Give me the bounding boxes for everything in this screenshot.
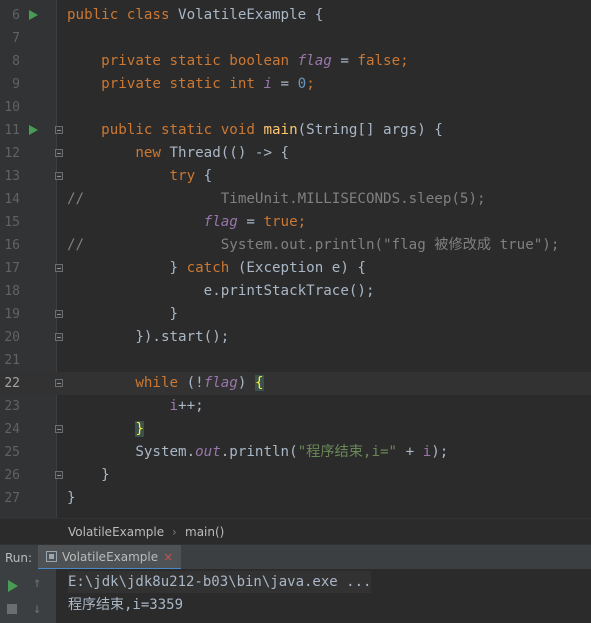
line-number: 22 [4, 376, 20, 391]
close-tab-icon[interactable]: × [163, 550, 173, 564]
console-toolbar: ↑ ↓ [0, 569, 56, 623]
line-number: 25 [4, 445, 20, 460]
line-number: 6 [12, 8, 20, 23]
line-number: 24 [4, 422, 20, 437]
code-text: new Thread(() -> { [67, 145, 290, 161]
code-line: 14 // TimeUnit.MILLISECONDS.sleep(5); [0, 188, 591, 211]
line-number: 10 [4, 100, 20, 115]
code-line: 26 } [0, 464, 591, 487]
code-line: 16 // System.out.println("flag 被修改成 true… [0, 234, 591, 257]
fold-toggle-icon[interactable] [55, 149, 63, 157]
line-number: 13 [4, 169, 20, 184]
breadcrumb: VolatileExample › main() [0, 518, 591, 545]
code-text: } catch (Exception e) { [67, 260, 366, 276]
code-text: i++; [169, 398, 204, 414]
code-text: } [67, 306, 179, 322]
code-line: 23 i++; [0, 395, 591, 418]
fold-toggle-icon[interactable] [55, 425, 63, 433]
console-output-line: 程序结束,i=3359 [68, 597, 184, 613]
fold-toggle-icon[interactable] [55, 310, 63, 318]
code-text: public class VolatileExample { [67, 7, 324, 23]
fold-toggle-icon[interactable] [55, 333, 63, 341]
code-line: 12 new Thread(() -> { [0, 142, 591, 165]
line-number: 15 [4, 215, 20, 230]
fold-toggle-icon[interactable] [55, 471, 63, 479]
code-line-current: 22 while (!flag) { [0, 372, 591, 395]
code-text: } [67, 467, 110, 483]
code-line: 19 } [0, 303, 591, 326]
scroll-up-icon[interactable]: ↑ [33, 575, 41, 591]
console-command-line: E:\jdk\jdk8u212-b03\bin\java.exe ... [68, 571, 372, 593]
line-number: 16 [4, 238, 20, 253]
code-line: 10 [0, 96, 591, 119]
rerun-icon[interactable] [8, 580, 18, 592]
code-line: 21 [0, 349, 591, 372]
run-tab-label: VolatileExample [62, 549, 159, 564]
code-line: 7 [0, 27, 591, 50]
code-text: flag = true; [203, 214, 307, 230]
code-text: private static int i = 0; [67, 76, 315, 92]
line-number: 11 [4, 123, 20, 138]
run-label: Run: [5, 551, 33, 565]
code-text: }).start(); [67, 329, 230, 345]
code-text: // TimeUnit.MILLISECONDS.sleep(5); [67, 191, 486, 207]
code-line: 15 flag = true; [0, 211, 591, 234]
breadcrumb-class[interactable]: VolatileExample [68, 525, 164, 539]
code-text: try { [169, 168, 213, 184]
line-number: 26 [4, 468, 20, 483]
code-line: 25 System.out.println("程序结束,i=" + i); [0, 441, 591, 464]
code-text: System.out.println("程序结束,i=" + i); [67, 444, 449, 460]
run-console[interactable]: ↑ ↓ E:\jdk\jdk8u212-b03\bin\java.exe ...… [0, 569, 591, 623]
line-number: 20 [4, 330, 20, 345]
code-text: private static boolean flag = false; [67, 53, 409, 69]
line-number: 8 [12, 54, 20, 69]
line-number: 9 [12, 77, 20, 92]
code-line: 20 }).start(); [0, 326, 591, 349]
code-text: } [135, 421, 144, 437]
code-line: 11 public static void main(String[] args… [0, 119, 591, 142]
fold-toggle-icon[interactable] [55, 172, 63, 180]
line-number: 21 [4, 353, 20, 368]
line-number: 18 [4, 284, 20, 299]
code-editor[interactable]: 6 public class VolatileExample { 7 8 pri… [0, 0, 591, 518]
code-line: 17 } catch (Exception e) { [0, 257, 591, 280]
run-config-icon [46, 551, 57, 562]
breadcrumb-separator-icon: › [172, 525, 177, 539]
code-line: 24 } [0, 418, 591, 441]
line-number: 23 [4, 399, 20, 414]
code-text: public static void main(String[] args) { [67, 122, 443, 138]
run-tool-window-header: Run: VolatileExample × [0, 544, 591, 570]
line-number: 14 [4, 192, 20, 207]
run-main-icon[interactable] [29, 125, 38, 135]
fold-toggle-icon[interactable] [55, 126, 63, 134]
fold-toggle-icon[interactable] [55, 264, 63, 272]
line-number: 17 [4, 261, 20, 276]
line-number: 12 [4, 146, 20, 161]
fold-toggle-icon[interactable] [55, 379, 63, 387]
code-text: e.printStackTrace(); [67, 283, 375, 299]
run-tab[interactable]: VolatileExample × [38, 545, 182, 570]
code-text: // System.out.println("flag 被修改成 true"); [67, 237, 560, 253]
run-class-icon[interactable] [29, 10, 38, 20]
code-line: 18 e.printStackTrace(); [0, 280, 591, 303]
code-line: 9 private static int i = 0; [0, 73, 591, 96]
scroll-down-icon[interactable]: ↓ [33, 601, 41, 617]
breadcrumb-method[interactable]: main() [185, 525, 224, 539]
line-number: 7 [12, 31, 20, 46]
line-number: 27 [4, 491, 20, 506]
code-line: 13 try { [0, 165, 591, 188]
code-text: } [67, 490, 76, 506]
code-text: while (!flag) { [135, 375, 264, 391]
code-line: 8 private static boolean flag = false; [0, 50, 591, 73]
code-line: 27 } [0, 487, 591, 510]
stop-icon[interactable] [7, 604, 17, 614]
code-line: 6 public class VolatileExample { [0, 4, 591, 27]
line-number: 19 [4, 307, 20, 322]
